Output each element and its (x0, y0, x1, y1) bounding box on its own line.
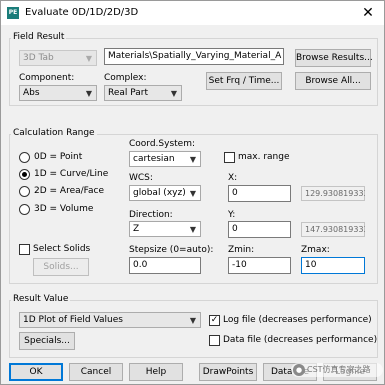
drawpoints-button[interactable]: DrawPoints (199, 363, 257, 381)
ok-button[interactable]: OK (9, 363, 63, 381)
radio-0d[interactable] (19, 152, 30, 163)
x-label: X: (228, 173, 238, 183)
checkmark-icon: ✓ (210, 315, 219, 325)
window-title: Evaluate 0D/1D/2D/3D (25, 7, 139, 18)
component-combo[interactable]: Abs ▼ (19, 85, 97, 101)
stepsize-label: Stepsize (0=auto): (129, 245, 214, 255)
y-label: Y: (228, 210, 236, 220)
set-frq-time-button[interactable]: Set Frq / Time... (206, 72, 282, 90)
close-icon[interactable]: ✕ (360, 5, 376, 21)
zmin-label: Zmin: (228, 245, 255, 255)
calculation-range-title: Calculation Range (11, 128, 97, 139)
radio-0d-label: 0D = Point (34, 152, 83, 162)
chevron-down-icon: ▼ (189, 225, 196, 234)
log-file-checkbox[interactable]: ✓ (209, 315, 220, 326)
zmax-input[interactable]: 10 (301, 257, 365, 274)
browse-results-button[interactable]: Browse Results... (295, 49, 373, 67)
select-solids-checkbox[interactable] (19, 244, 30, 255)
radio-1d-label: 1D = Curve/Line (34, 169, 109, 179)
y-input[interactable]: 0 (228, 221, 291, 238)
chevron-down-icon: ▼ (189, 189, 196, 198)
zmin-input[interactable]: -10 (228, 257, 291, 274)
cancel-button[interactable]: Cancel (69, 363, 123, 381)
coord-system-combo[interactable]: cartesian ▼ (129, 151, 201, 167)
data-file-label: Data file (decreases performance) (223, 335, 378, 345)
plot-type-combo[interactable]: 1D Plot of Field Values ▼ (19, 312, 201, 328)
radio-1d[interactable] (19, 169, 30, 180)
x-input[interactable]: 0 (228, 185, 291, 202)
max-range-label: max. range (238, 152, 290, 162)
select-solids-label: Select Solids (33, 244, 91, 254)
complex-combo[interactable]: Real Part ▼ (104, 85, 182, 101)
solids-button: Solids... (33, 258, 89, 276)
data-file-checkbox[interactable] (209, 335, 220, 346)
max-range-checkbox[interactable] (224, 152, 235, 163)
zmax-label: Zmax: (301, 245, 330, 255)
evaluate-dialog: PE Evaluate 0D/1D/2D/3D ✕ Field Result 3… (0, 0, 385, 385)
tab-combo: 3D Tab ▼ (19, 50, 97, 66)
chevron-down-icon: ▼ (170, 89, 177, 98)
field-result-title: Field Result (11, 32, 67, 43)
x-readonly-field: 129.9308193333 (301, 186, 365, 201)
chevron-down-icon: ▼ (85, 89, 92, 98)
log-file-label: Log file (decreases performance) (223, 315, 372, 325)
chevron-down-icon: ▼ (189, 316, 196, 325)
direction-label: Direction: (129, 210, 173, 220)
wcs-label: WCS: (129, 173, 153, 183)
y-readonly-field: 147.9308193333 (301, 222, 365, 237)
direction-combo[interactable]: Z ▼ (129, 221, 201, 237)
component-label: Component: (19, 73, 75, 83)
help-button[interactable]: Help (129, 363, 183, 381)
radio-3d-label: 3D = Volume (34, 204, 94, 214)
chevron-down-icon: ▼ (189, 155, 196, 164)
coord-system-label: Coord.System: (129, 139, 196, 149)
radio-3d[interactable] (19, 204, 30, 215)
result-value-title: Result Value (11, 294, 71, 305)
watermark-text: CST仿真专家之路 (307, 365, 371, 374)
wcs-combo[interactable]: global (xyz) ▼ (129, 185, 201, 201)
complex-label: Complex: (104, 73, 147, 83)
radio-2d-label: 2D = Area/Face (34, 186, 105, 196)
watermark: ● CST仿真专家之路 (291, 363, 383, 377)
chevron-down-icon: ▼ (85, 54, 92, 63)
app-icon: PE (7, 7, 19, 19)
result-path-field[interactable]: Materials\Spatially_Varying_Material_Ana… (104, 48, 284, 65)
radio-2d[interactable] (19, 186, 30, 197)
stepsize-input[interactable]: 0.0 (129, 257, 201, 274)
wechat-icon: ● (293, 364, 305, 376)
browse-all-button[interactable]: Browse All... (295, 72, 371, 90)
title-bar: PE Evaluate 0D/1D/2D/3D ✕ (1, 1, 384, 25)
specials-button[interactable]: Specials... (19, 332, 75, 350)
